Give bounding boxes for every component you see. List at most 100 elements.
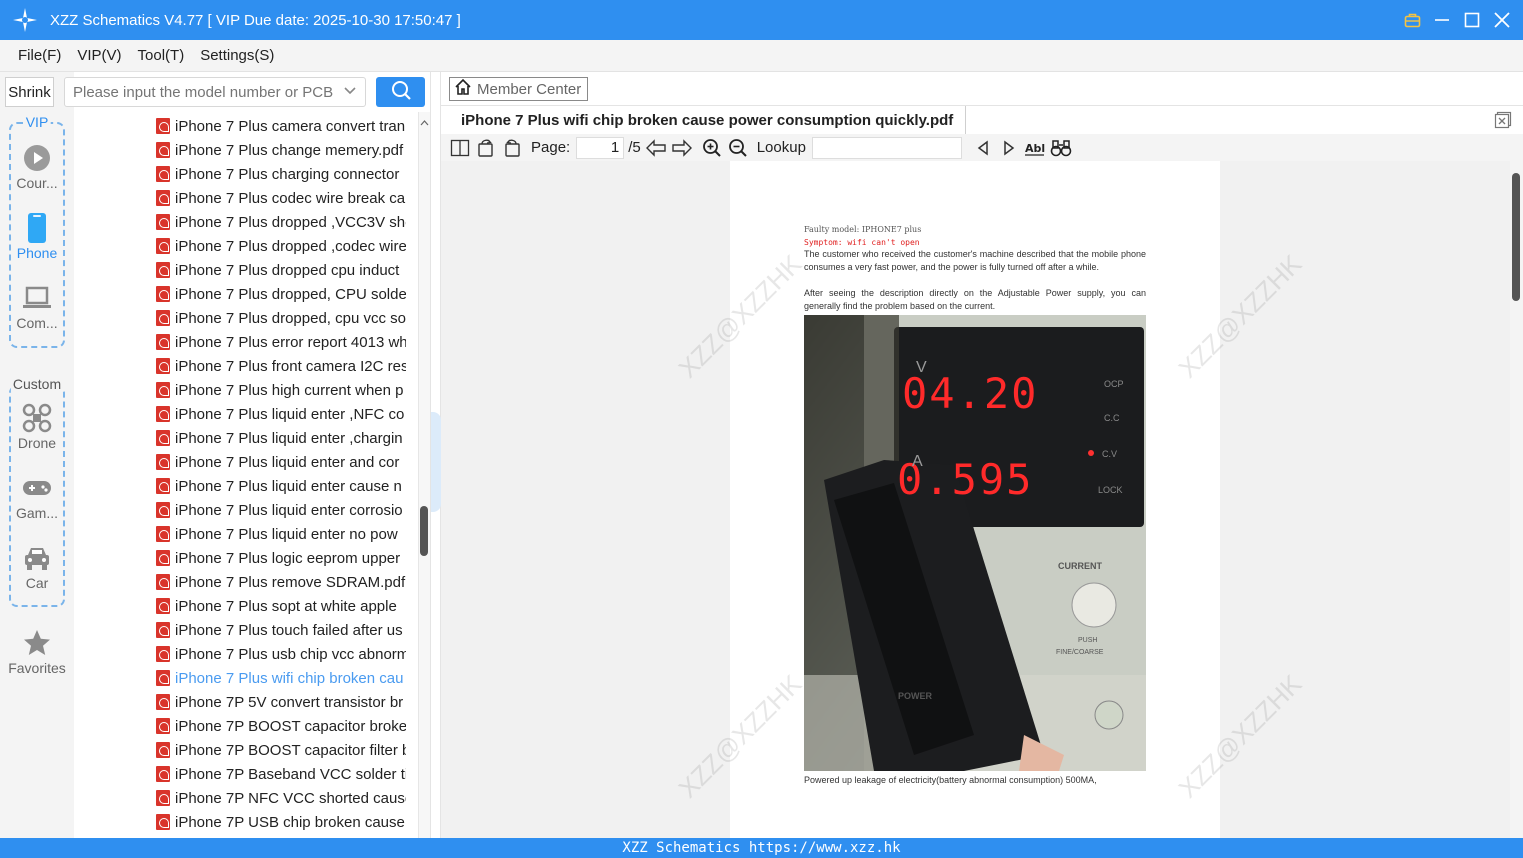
search-input[interactable] [73,83,333,101]
sidebar-item-label: Car [25,575,49,591]
binoculars-icon[interactable] [1050,137,1072,159]
search-button[interactable] [376,77,425,107]
file-name: iPhone 7 Plus touch failed after us [175,621,403,639]
pdf-file-icon [156,574,170,590]
panel-splitter[interactable] [430,72,441,838]
menu-settings[interactable]: Settings(S) [192,47,282,64]
file-list-item[interactable]: iPhone 7 Plus codec wire break ca [156,186,406,210]
cv-indicator-led [1088,450,1094,456]
file-list-item[interactable]: iPhone 7 Plus liquid enter cause n [156,474,406,498]
menu-tool[interactable]: Tool(T) [130,47,193,64]
collapse-handle[interactable] [431,412,441,512]
rotate-left-icon[interactable] [475,137,497,159]
page-number-input[interactable]: 1 [576,136,625,159]
file-list-item[interactable]: iPhone 7 Plus dropped ,VCC3V sho [156,210,406,234]
sidebar-item-car[interactable]: Car [0,543,74,591]
pdf-file-icon [156,142,170,158]
file-list-item[interactable]: iPhone 7 Plus dropped, cpu vcc so [156,306,406,330]
zoom-in-icon[interactable] [701,137,723,159]
lookup-label: Lookup [756,139,806,156]
viewer-scrollbar[interactable] [1510,161,1523,838]
file-name: iPhone 7 Plus dropped ,codec wire [175,237,406,255]
file-list-item[interactable]: iPhone 7 Plus change memery.pdf [156,138,406,162]
chevron-down-icon[interactable] [343,84,357,103]
file-list-item[interactable]: iPhone 7 Plus dropped ,codec wire [156,234,406,258]
window-title: XZZ Schematics V4.77 [ VIP Due date: 202… [50,11,461,29]
file-list-item[interactable]: iPhone 7 Plus dropped cpu induct [156,258,406,282]
document-tab[interactable]: iPhone 7 Plus wifi chip broken cause pow… [449,106,967,134]
file-list-item[interactable]: iPhone 7 Plus front camera I2C res [156,354,406,378]
previous-page-arrow-icon[interactable] [645,137,667,159]
file-list-item[interactable]: iPhone 7 Plus liquid enter no pow [156,522,406,546]
member-center-button[interactable]: Member Center [449,77,588,101]
file-list-item[interactable]: iPhone 7 Plus touch failed after us [156,618,406,642]
file-list-item[interactable]: iPhone 7 Plus usb chip vcc abnorm [156,642,406,666]
minimize-button[interactable] [1433,11,1451,29]
sidebar-item-label: Favorites [8,660,66,676]
match-case-icon[interactable]: Abl [1024,137,1046,159]
file-list-item[interactable]: iPhone 7 Plus high current when p [156,378,406,402]
file-list-item[interactable]: iPhone 7 Plus wifi chip broken cau [156,666,406,690]
pdf-file-icon [156,262,170,278]
file-name: iPhone 7P 5V convert transistor br [175,693,404,711]
file-list-item[interactable]: iPhone 7 Plus charging connector [156,162,406,186]
file-list-item[interactable]: iPhone 7 Plus logic eeprom upper [156,546,406,570]
star-icon [22,628,52,658]
pdf-file-icon [156,478,170,494]
file-list-item[interactable]: iPhone 7 Plus liquid enter ,NFC co [156,402,406,426]
close-all-tabs-icon[interactable] [1493,110,1513,130]
pdf-file-icon [156,454,170,470]
scroll-thumb[interactable] [420,506,428,556]
next-page-arrow-icon[interactable] [671,137,693,159]
scroll-up-icon[interactable] [420,114,429,132]
close-button[interactable] [1493,11,1511,29]
lookup-input[interactable] [811,136,962,159]
file-list-item[interactable]: iPhone 7P NFC VCC shorted cause [156,786,406,810]
vip-group-label: VIP [23,114,51,130]
sidebar-item-courses[interactable]: Cour... [0,143,74,191]
file-list-item[interactable]: iPhone 7P USB chip broken cause [156,810,406,834]
file-list-item[interactable]: iPhone 7 Plus camera convert tran [156,114,406,138]
file-name: iPhone 7 Plus liquid enter corrosio [175,501,403,519]
find-next-icon[interactable] [998,137,1020,159]
menu-file[interactable]: File(F) [10,47,69,64]
shrink-button[interactable]: Shrink [5,77,54,107]
file-name: iPhone 7P BOOST capacitor broke [175,717,406,735]
member-center-label: Member Center [477,80,582,98]
laptop-icon [22,283,52,313]
sidebar-item-favorites[interactable]: Favorites [0,628,74,676]
sidebar-item-drone[interactable]: Drone [0,403,74,451]
file-list-item[interactable]: iPhone 7 Plus remove SDRAM.pdf [156,570,406,594]
find-previous-icon[interactable] [972,137,994,159]
file-list-item[interactable]: iPhone 7 Plus dropped, CPU solder [156,282,406,306]
sidebar-item-game[interactable]: Gam... [0,473,74,521]
rotate-right-icon[interactable] [501,137,523,159]
file-name: iPhone 7 Plus usb chip vcc abnorm [175,645,406,663]
file-list-item[interactable]: iPhone 7P 5V convert transistor br [156,690,406,714]
model-search-combobox[interactable] [64,77,366,107]
file-list-item[interactable]: iPhone 7 Plus liquid enter ,chargin [156,426,406,450]
photo-a-label: A [912,453,923,470]
sidebar-toggle-icon[interactable] [449,137,471,159]
viewer-scroll-thumb[interactable] [1512,173,1520,301]
file-list-item[interactable]: iPhone 7P BOOST capacitor broke [156,714,406,738]
file-list-item[interactable]: iPhone 7 Plus sopt at white apple [156,594,406,618]
sidebar-item-phone[interactable]: Phone [0,213,74,261]
title-bar: XZZ Schematics V4.77 [ VIP Due date: 202… [0,0,1523,40]
file-list-item[interactable]: iPhone 7 Plus liquid enter corrosio [156,498,406,522]
menu-vip[interactable]: VIP(V) [69,47,129,64]
page-label: Page: [531,139,571,156]
maximize-button[interactable] [1463,11,1481,29]
watermark: XZZ@XZZHK [1172,668,1308,804]
file-list-item[interactable]: iPhone 7 Plus error report 4013 wh [156,330,406,354]
vip-bag-icon[interactable] [1403,11,1421,29]
file-list-item[interactable]: iPhone 7 Plus liquid enter and cor [156,450,406,474]
sidebar-item-label: Drone [17,435,57,451]
pdf-viewer[interactable]: Faulty model: IPHONE7 plus Symptom: wifi… [441,161,1510,838]
file-list-item[interactable]: iPhone 7P BOOST capacitor filter b [156,738,406,762]
sidebar-item-computer[interactable]: Com... [0,283,74,331]
doc-faulty-model: Faulty model: IPHONE7 plus [804,225,922,234]
file-list-item[interactable]: iPhone 7P Baseband VCC solder ti [156,762,406,786]
file-list-scrollbar[interactable] [418,112,430,838]
zoom-out-icon[interactable] [727,137,749,159]
